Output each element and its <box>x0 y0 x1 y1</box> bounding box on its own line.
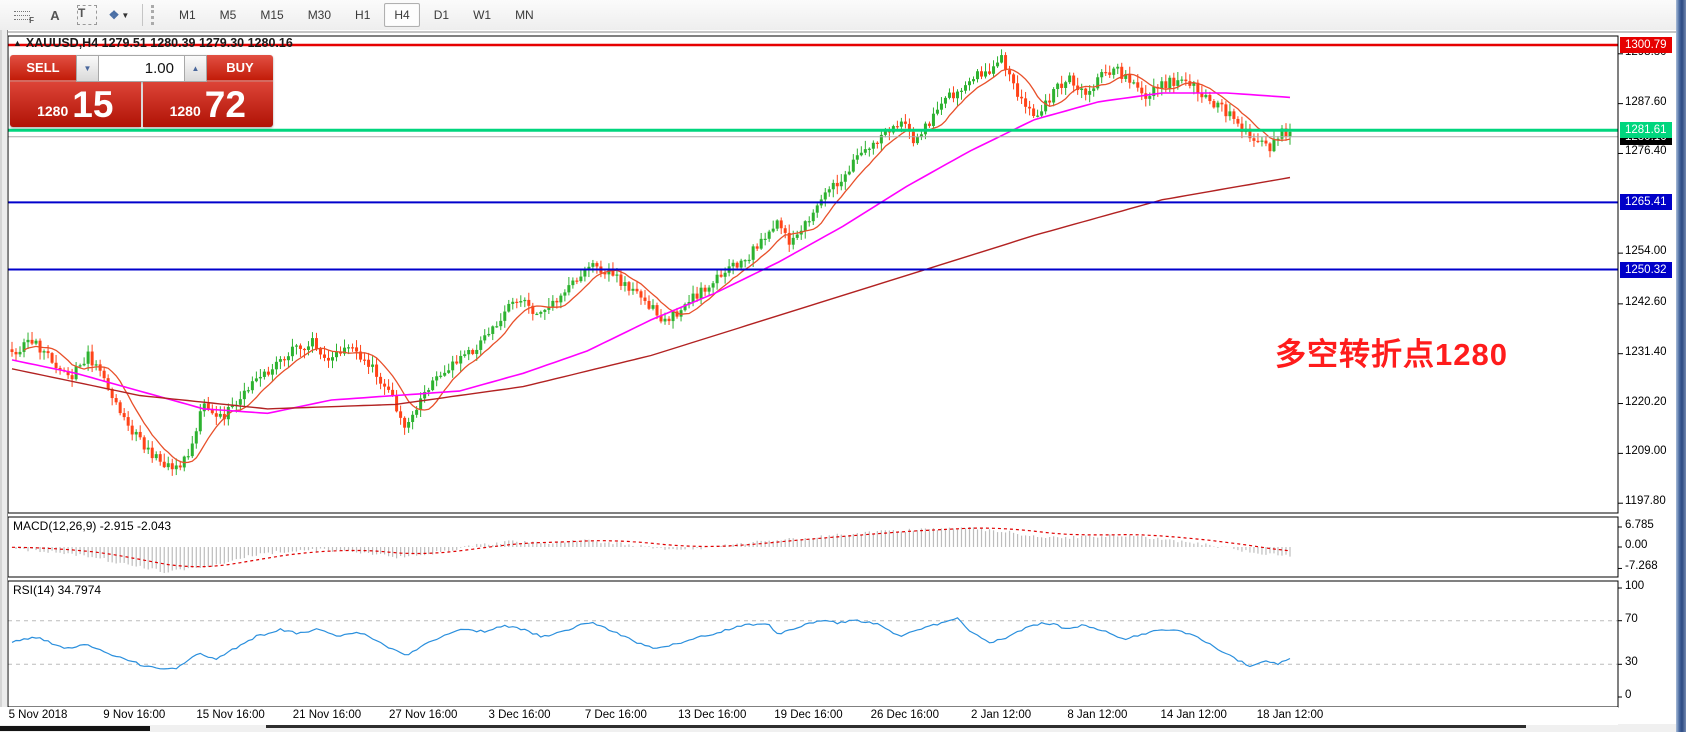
time-axis-label: 19 Dec 16:00 <box>763 709 853 721</box>
window-edge-right <box>1676 0 1686 732</box>
axis-tick-label: 0.00 <box>1625 539 1647 551</box>
axis-tick-label: 0 <box>1625 689 1631 701</box>
timeframe-button-M1[interactable]: M1 <box>169 3 206 27</box>
axis-tick-label: 1231.40 <box>1625 346 1667 358</box>
chart-title-text: XAUUSD,H4 1279.51 1280.39 1279.30 1280.1… <box>26 36 293 50</box>
window-edge-left <box>0 30 8 732</box>
volume-input[interactable] <box>99 55 184 82</box>
buy-button[interactable]: BUY <box>207 55 273 82</box>
taskbar-segment <box>266 725 1526 728</box>
grid-glyph: F <box>14 8 32 22</box>
time-axis-label: 18 Jan 12:00 <box>1245 709 1335 721</box>
sell-price[interactable]: 1280 15 <box>10 82 141 127</box>
timeframe-button-W1[interactable]: W1 <box>463 3 501 27</box>
window-edge-bottom <box>0 724 1686 732</box>
price-line-badge: 1250.32 <box>1620 262 1672 278</box>
price-axis[interactable]: 1298.801287.601276.401254.001242.601231.… <box>1618 30 1676 724</box>
axis-tick-label: 1287.60 <box>1625 96 1667 108</box>
arrows-style-icon[interactable]: ❖ ▼ <box>106 3 132 27</box>
indicators-grid-icon[interactable]: F <box>10 3 36 27</box>
buy-price[interactable]: 1280 72 <box>143 82 274 127</box>
chevron-down-icon: ▼ <box>121 11 129 20</box>
time-axis-label: 13 Dec 16:00 <box>667 709 757 721</box>
axis-tick-label: 70 <box>1625 613 1638 625</box>
time-axis-label: 5 Nov 2018 <box>0 709 83 721</box>
timeframe-button-D1[interactable]: D1 <box>424 3 459 27</box>
timeframe-button-H1[interactable]: H1 <box>345 3 380 27</box>
axis-tick-label: 1242.60 <box>1625 296 1667 308</box>
timeframe-button-H4[interactable]: H4 <box>384 3 419 27</box>
text-box-icon[interactable]: T <box>74 3 100 27</box>
axis-tick-label: 1220.20 <box>1625 396 1667 408</box>
time-axis-label: 14 Jan 12:00 <box>1149 709 1239 721</box>
time-axis-label: 7 Dec 16:00 <box>571 709 661 721</box>
time-axis-label: 27 Nov 16:00 <box>378 709 468 721</box>
timeframe-button-M5[interactable]: M5 <box>210 3 247 27</box>
toolbar: F A T ❖ ▼ M1M5M15M30H1H4D1W1MN <box>0 0 1686 30</box>
timeframe-button-M30[interactable]: M30 <box>298 3 341 27</box>
axis-tick-label: 1209.00 <box>1625 445 1667 457</box>
price-line-badge: 1281.61 <box>1620 122 1672 138</box>
axis-tick-label: 1276.40 <box>1625 145 1667 157</box>
axis-tick-label: -7.268 <box>1625 560 1658 572</box>
price-line-badge: 1300.79 <box>1620 37 1672 53</box>
axis-tick-label: 1254.00 <box>1625 245 1667 257</box>
chart-annotation: 多空转折点1280 <box>1275 329 1508 374</box>
time-axis[interactable]: 5 Nov 2018 9 Nov 16:00 15 Nov 16:00 21 Nov … <box>0 707 1618 725</box>
axis-tick-label: 30 <box>1625 656 1638 668</box>
timeframe-group: M1M5M15M30H1H4D1W1MN <box>167 0 546 30</box>
buy-big-figure: 1280 <box>170 103 201 119</box>
time-axis-label: 15 Nov 16:00 <box>186 709 276 721</box>
axis-tick-label: 100 <box>1625 580 1644 592</box>
time-axis-label: 2 Jan 12:00 <box>956 709 1046 721</box>
text-label-icon[interactable]: A <box>42 3 68 27</box>
price-line-badge: 1265.41 <box>1620 194 1672 210</box>
toolbar-separator <box>142 4 143 26</box>
time-axis-label: 3 Dec 16:00 <box>475 709 565 721</box>
timeframe-button-M15[interactable]: M15 <box>250 3 293 27</box>
time-axis-label: 8 Jan 12:00 <box>1052 709 1142 721</box>
sell-big-figure: 1280 <box>37 103 68 119</box>
buy-pips: 72 <box>205 85 246 125</box>
sell-pips: 15 <box>72 85 113 125</box>
axis-tick-label: 1197.80 <box>1625 495 1666 507</box>
taskbar-segment <box>0 726 150 731</box>
time-axis-label: 9 Nov 16:00 <box>89 709 179 721</box>
axis-tick-label: 6.785 <box>1625 519 1654 531</box>
chart-title: ▲ XAUUSD,H4 1279.51 1280.39 1279.30 1280.… <box>13 36 293 50</box>
chart-window[interactable]: ▲ XAUUSD,H4 1279.51 1280.39 1279.30 1280.… <box>0 30 1686 732</box>
chart-canvas[interactable] <box>0 30 1686 732</box>
time-axis-label: 21 Nov 16:00 <box>282 709 372 721</box>
volume-increase-button[interactable]: ▲ <box>184 55 207 82</box>
macd-indicator-label: MACD(12,26,9) -2.915 -2.043 <box>13 519 171 533</box>
sell-button[interactable]: SELL <box>10 55 76 82</box>
mt4-window: F A T ❖ ▼ M1M5M15M30H1H4D1W1MN ▲ XAUUSD,H… <box>0 0 1686 732</box>
title-marker-icon: ▲ <box>13 38 22 48</box>
text-box-glyph: T <box>77 5 97 25</box>
arrows-glyph: ❖ <box>109 8 120 22</box>
rsi-indicator-label: RSI(14) 34.7974 <box>13 583 101 597</box>
timeframe-button-MN[interactable]: MN <box>505 3 544 27</box>
one-click-trading-panel: SELL ▼ ▲ BUY 1280 15 1280 72 <box>10 55 273 127</box>
toolbar-grip[interactable] <box>151 5 159 25</box>
volume-decrease-button[interactable]: ▼ <box>76 55 99 82</box>
time-axis-label: 26 Dec 16:00 <box>860 709 950 721</box>
